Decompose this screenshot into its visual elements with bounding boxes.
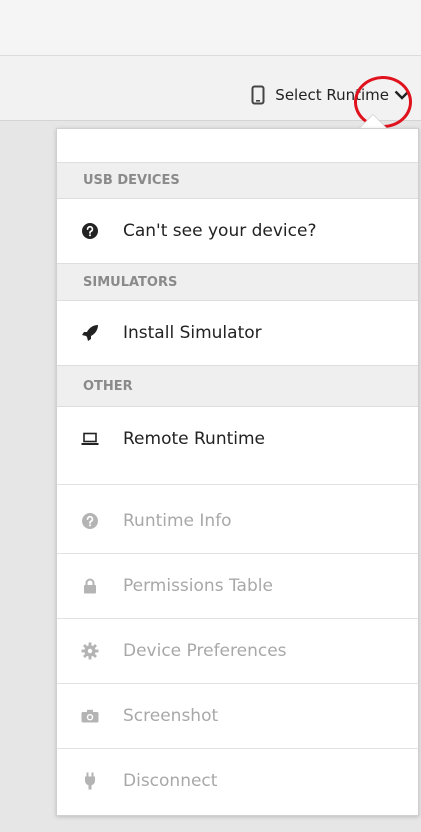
rocket-icon bbox=[79, 323, 101, 343]
menu-item-label: Device Preferences bbox=[123, 641, 287, 661]
camera-icon bbox=[79, 706, 101, 726]
menu-item-label: Remote Runtime bbox=[123, 429, 266, 449]
plug-icon bbox=[79, 771, 101, 791]
toolbar: Select Runtime bbox=[0, 56, 421, 121]
select-runtime-button[interactable]: Select Runtime bbox=[245, 81, 413, 109]
chevron-down-icon[interactable] bbox=[391, 86, 413, 104]
menu-item-remote-runtime[interactable]: Remote Runtime bbox=[57, 408, 418, 470]
section-other: OTHER bbox=[57, 365, 418, 407]
menu-pointer bbox=[359, 115, 387, 129]
menu-item-label: Screenshot bbox=[123, 706, 219, 726]
menu-item-install-simulator[interactable]: Install Simulator bbox=[57, 302, 418, 364]
question-circle-icon bbox=[79, 221, 101, 241]
laptop-icon bbox=[79, 429, 101, 449]
gear-icon bbox=[79, 641, 101, 661]
menu-item-label: Install Simulator bbox=[123, 323, 262, 343]
menu-divider bbox=[57, 484, 418, 485]
section-simulators: SIMULATORS bbox=[57, 263, 418, 301]
menu-item-label: Can't see your device? bbox=[123, 221, 317, 241]
select-runtime-label: Select Runtime bbox=[275, 86, 389, 104]
menu-item-disconnect[interactable]: Disconnect bbox=[57, 749, 418, 813]
section-usb-devices: USB DEVICES bbox=[57, 162, 418, 199]
phone-icon bbox=[245, 83, 271, 107]
menu-item-permissions-table[interactable]: Permissions Table bbox=[57, 554, 418, 618]
menu-item-device-preferences[interactable]: Device Preferences bbox=[57, 619, 418, 683]
menu-item-screenshot[interactable]: Screenshot bbox=[57, 684, 418, 748]
runtime-dropdown-menu: USB DEVICES Can't see your device? SIMUL… bbox=[56, 128, 419, 816]
menu-item-cant-see-device[interactable]: Can't see your device? bbox=[57, 200, 418, 262]
menu-item-label: Runtime Info bbox=[123, 511, 232, 531]
section-usb-devices-label: USB DEVICES bbox=[83, 173, 180, 188]
section-other-label: OTHER bbox=[83, 378, 133, 394]
section-simulators-label: SIMULATORS bbox=[83, 274, 178, 290]
top-strip bbox=[0, 0, 421, 56]
menu-item-runtime-info[interactable]: Runtime Info bbox=[57, 489, 418, 553]
lock-icon bbox=[79, 576, 101, 596]
question-circle-icon bbox=[79, 511, 101, 531]
menu-item-label: Permissions Table bbox=[123, 576, 273, 596]
menu-item-label: Disconnect bbox=[123, 771, 218, 791]
